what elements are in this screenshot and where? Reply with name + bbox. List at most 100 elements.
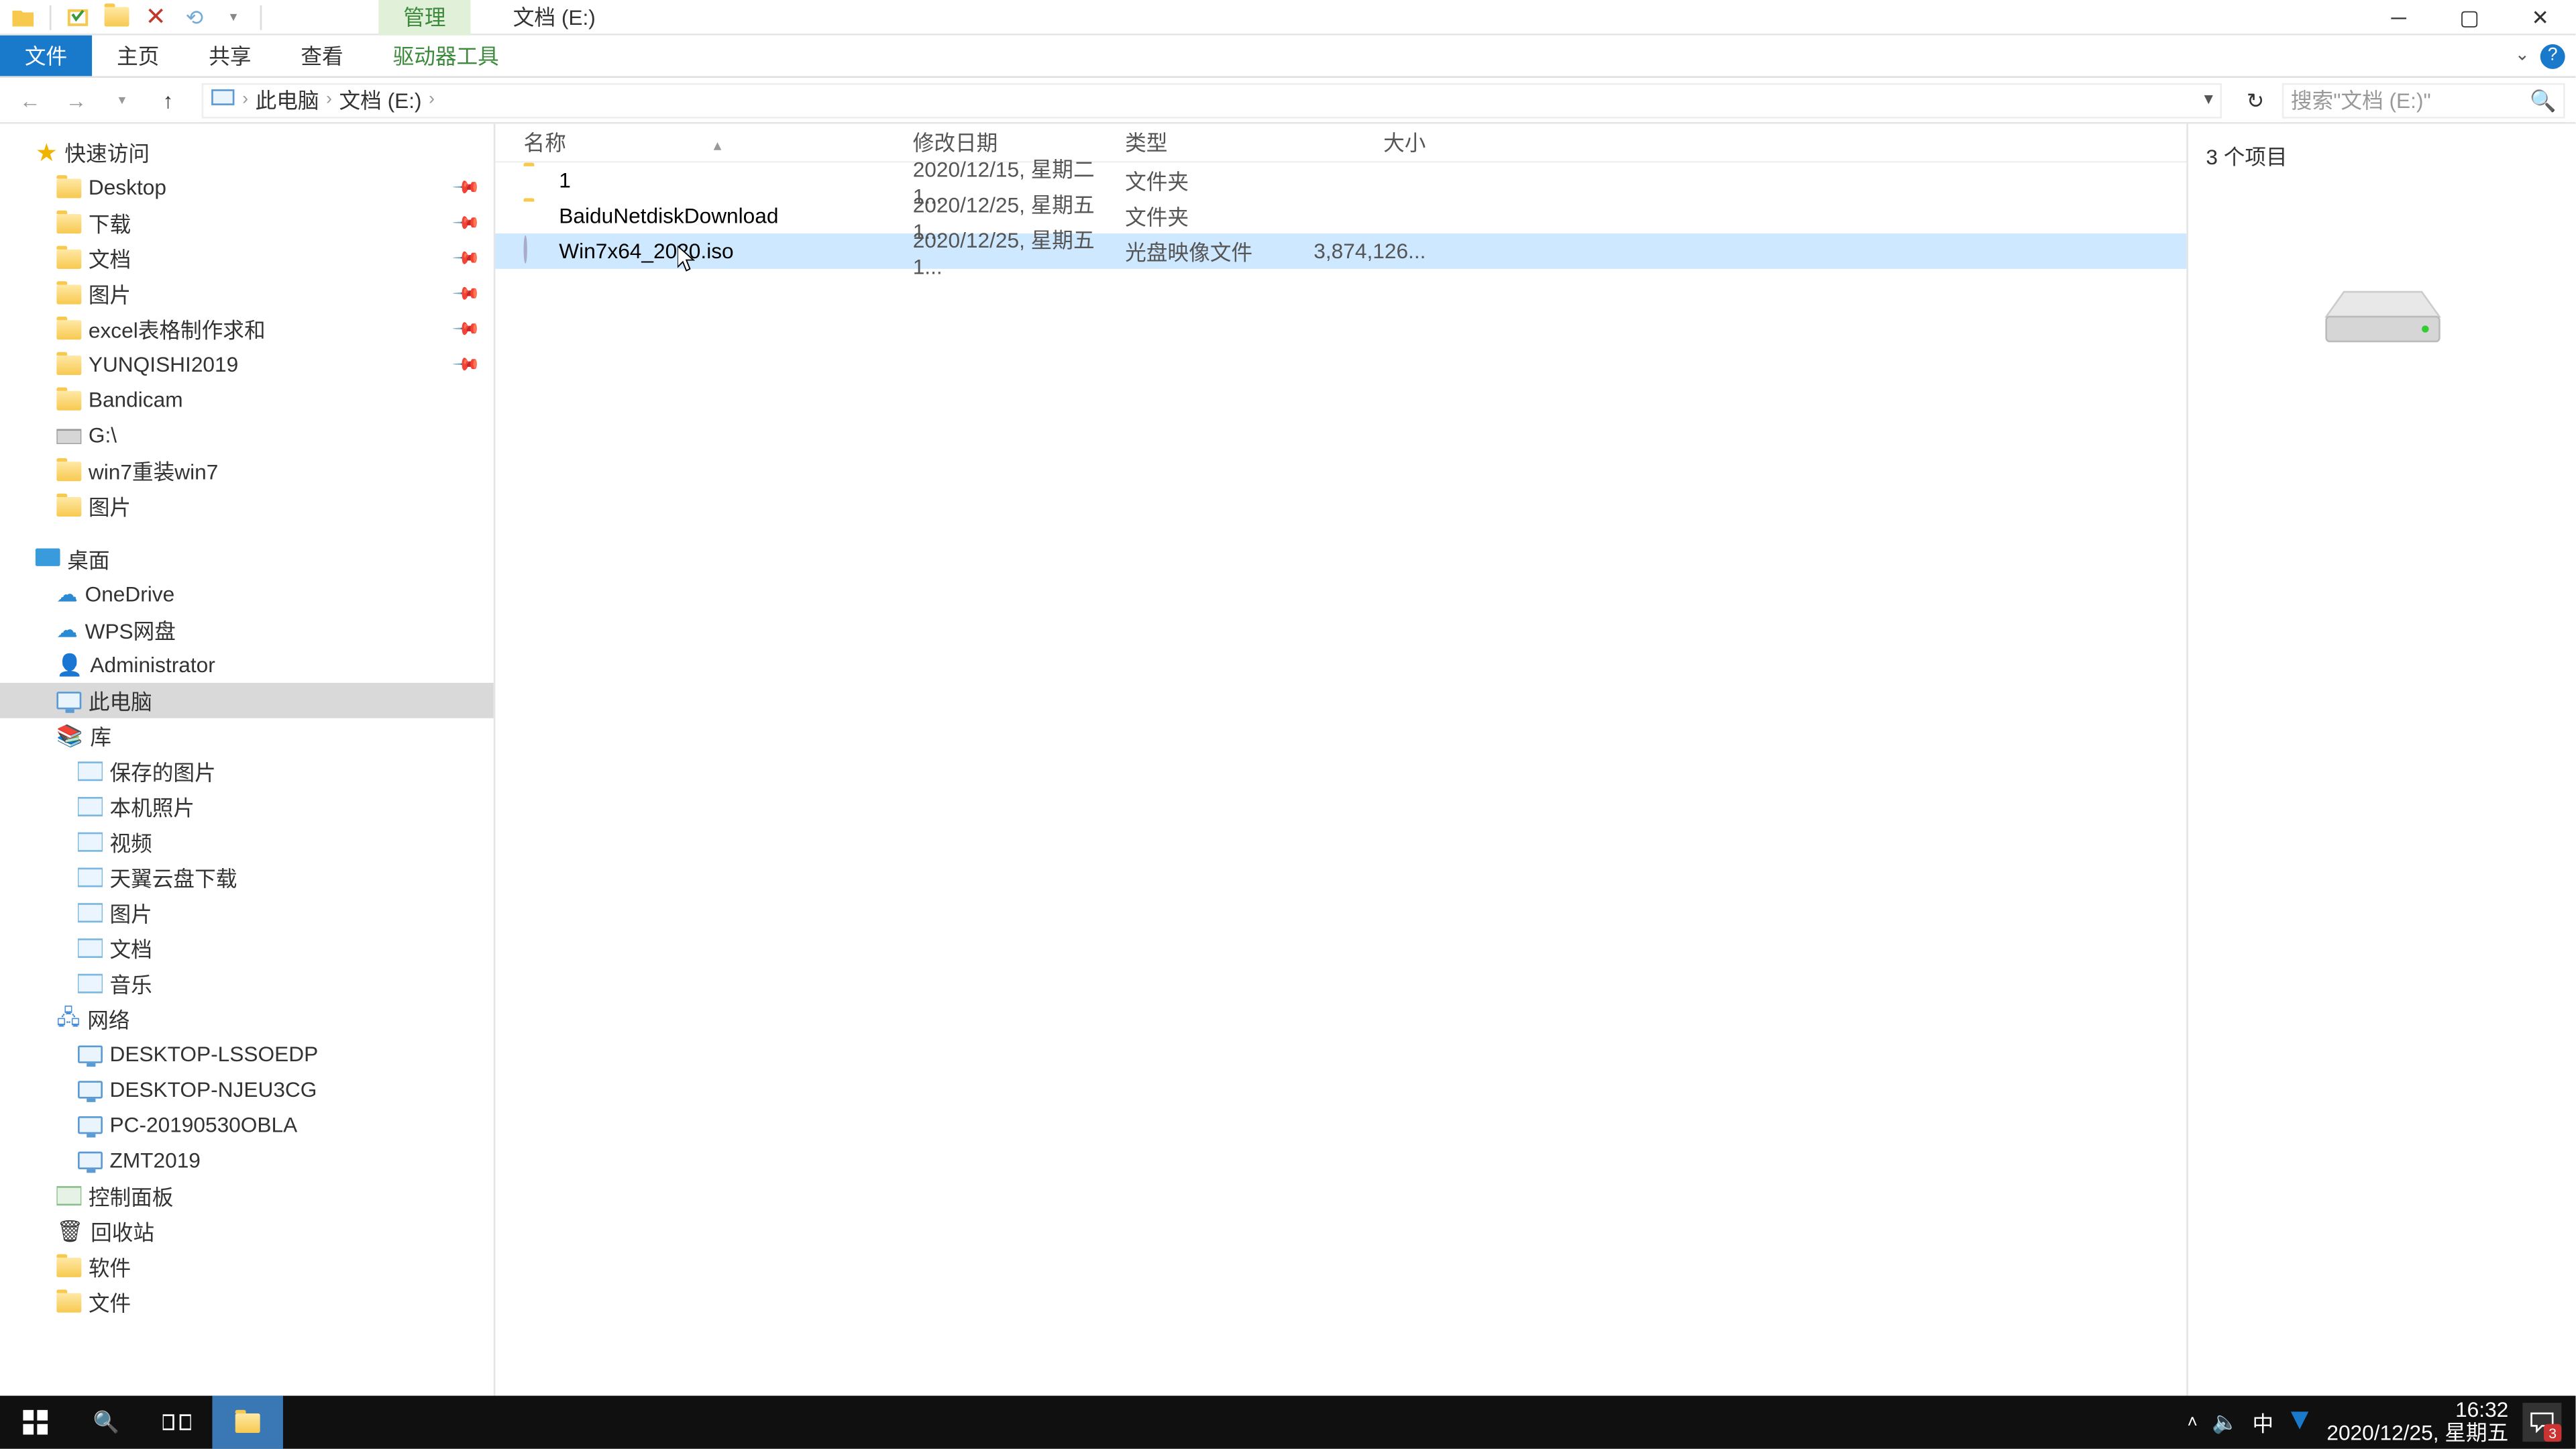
item-icon xyxy=(56,427,81,444)
close-button[interactable]: ✕ xyxy=(2505,0,2575,34)
file-name: Win7x64_2020.iso xyxy=(559,239,912,264)
help-icon[interactable]: ? xyxy=(2540,44,2565,68)
tree-pinned-item[interactable]: YUNQISHI2019📌 xyxy=(0,347,494,382)
file-type-icon xyxy=(524,166,552,195)
search-input[interactable]: 搜索"文档 (E:)" 🔍 xyxy=(2282,83,2565,118)
breadcrumb-this-pc[interactable]: 此电脑 xyxy=(256,85,319,115)
maximize-button[interactable]: ▢ xyxy=(2434,0,2505,34)
address-dropdown-icon[interactable]: ▾ xyxy=(2204,90,2213,109)
tab-drive-tools[interactable]: 驱动器工具 xyxy=(368,36,524,76)
tree-library-item[interactable]: 本机照片 xyxy=(0,789,494,824)
tree-recent-item[interactable]: 图片 xyxy=(0,488,494,524)
ribbon-expand-icon[interactable]: ⌄ xyxy=(2515,46,2530,66)
tree-network-pc[interactable]: ZMT2019 xyxy=(0,1143,494,1179)
preview-item-count: 3 个项目 xyxy=(2206,142,2287,172)
item-icon xyxy=(56,461,81,480)
tree-network-pc[interactable]: DESKTOP-LSSOEDP xyxy=(0,1036,494,1072)
tree-pinned-item[interactable]: 下载📌 xyxy=(0,205,494,241)
tab-view[interactable]: 查看 xyxy=(276,36,368,76)
tree-item-label: 本机照片 xyxy=(109,792,195,822)
tree-network-pc[interactable]: PC-20190530OBLA xyxy=(0,1108,494,1143)
security-icon[interactable] xyxy=(2288,1407,2312,1438)
contextual-tab-group: 管理 xyxy=(378,0,470,34)
tree-recent-item[interactable]: win7重装win7 xyxy=(0,453,494,488)
system-tray[interactable]: ˄ 🔈 中 16:32 2020/12/25, 星期五 3 xyxy=(2188,1399,2576,1446)
column-headers[interactable]: 名称 ▴ 修改日期 类型 大小 xyxy=(495,124,2186,163)
tree-desktop-item[interactable]: 📚库 xyxy=(0,718,494,754)
taskbar-file-explorer[interactable] xyxy=(212,1396,282,1449)
tree-recent-item[interactable]: G:\ xyxy=(0,417,494,453)
minimize-button[interactable]: ─ xyxy=(2363,0,2434,34)
tree-item-label: 下载 xyxy=(89,208,131,238)
tree-desktop[interactable]: 桌面 xyxy=(0,541,494,577)
tree-quick-access[interactable]: ★快速访问 xyxy=(0,134,494,170)
tree-library-item[interactable]: 文档 xyxy=(0,930,494,966)
chevron-right-icon[interactable]: › xyxy=(429,90,435,109)
tree-library-item[interactable]: 视频 xyxy=(0,824,494,860)
tree-item-label: 文档 xyxy=(109,933,152,963)
breadcrumb-drive[interactable]: 文档 (E:) xyxy=(339,85,422,115)
breadcrumb-root-icon[interactable] xyxy=(211,87,235,113)
tray-chevron-up-icon[interactable]: ˄ xyxy=(2188,1413,2198,1432)
tree-library-item[interactable]: 保存的图片 xyxy=(0,753,494,789)
qat-new-folder-icon[interactable] xyxy=(101,1,132,32)
taskbar-clock[interactable]: 16:32 2020/12/25, 星期五 xyxy=(2326,1399,2508,1446)
refresh-button[interactable]: ↻ xyxy=(2236,80,2275,119)
back-button[interactable]: ← xyxy=(11,80,50,119)
forward-button[interactable]: → xyxy=(56,80,95,119)
tree-item-label: 图片 xyxy=(109,898,152,928)
recent-locations-dropdown[interactable]: ▾ xyxy=(103,80,142,119)
tree-misc-item[interactable]: 🗑回收站 xyxy=(0,1214,494,1249)
tree-item-label: PC-20190530OBLA xyxy=(109,1113,297,1138)
tree-pinned-item[interactable]: 文档📌 xyxy=(0,241,494,276)
tree-desktop-item[interactable]: ☁OneDrive xyxy=(0,577,494,612)
column-size[interactable]: 大小 xyxy=(1302,127,1426,158)
navigation-tree[interactable]: ★快速访问 Desktop📌下载📌文档📌图片📌excel表格制作求和📌YUNQI… xyxy=(0,124,495,1396)
qat-properties-icon[interactable] xyxy=(62,1,93,32)
tree-pinned-item[interactable]: excel表格制作求和📌 xyxy=(0,311,494,347)
search-icon[interactable]: 🔍 xyxy=(2530,88,2556,113)
file-row[interactable]: 12020/12/15, 星期二 1...文件夹 xyxy=(495,163,2186,199)
search-button[interactable]: 🔍 xyxy=(70,1396,141,1449)
folder-icon xyxy=(56,284,81,303)
tree-misc-item[interactable]: 文件 xyxy=(0,1284,494,1320)
chevron-right-icon[interactable]: › xyxy=(242,90,248,109)
action-center-button[interactable]: 3 xyxy=(2522,1403,2561,1442)
volume-icon[interactable]: 🔈 xyxy=(2212,1410,2238,1435)
tree-recent-item[interactable]: Bandicam xyxy=(0,382,494,418)
tab-home[interactable]: 主页 xyxy=(92,36,184,76)
tree-misc-item[interactable]: 控制面板 xyxy=(0,1178,494,1214)
app-icon[interactable] xyxy=(7,1,39,32)
qat-dropdown-icon[interactable]: ▾ xyxy=(217,1,249,32)
chevron-right-icon[interactable]: › xyxy=(326,90,332,109)
library-icon xyxy=(78,973,103,994)
column-name[interactable]: 名称 ▴ xyxy=(524,127,913,158)
tab-share[interactable]: 共享 xyxy=(184,36,276,76)
tree-pinned-item[interactable]: 图片📌 xyxy=(0,276,494,311)
taskbar[interactable]: 🔍 ˄ 🔈 中 16:32 2020/12/25, 星期五 3 xyxy=(0,1396,2575,1449)
up-button[interactable]: ↑ xyxy=(149,80,188,119)
tree-desktop-item[interactable]: 👤Administrator xyxy=(0,647,494,683)
tree-pinned-item[interactable]: Desktop📌 xyxy=(0,170,494,205)
tree-library-item[interactable]: 音乐 xyxy=(0,966,494,1002)
qat-delete-icon[interactable]: ✕ xyxy=(140,1,171,32)
tree-desktop-item[interactable]: 此电脑 xyxy=(0,683,494,718)
file-row[interactable]: BaiduNetdiskDownload2020/12/25, 星期五 1...… xyxy=(495,198,2186,233)
tree-library-item[interactable]: 天翼云盘下载 xyxy=(0,860,494,896)
tree-library-item[interactable]: 图片 xyxy=(0,895,494,930)
file-tab[interactable]: 文件 xyxy=(0,36,92,76)
file-row[interactable]: Win7x64_2020.iso2020/12/25, 星期五 1...光盘映像… xyxy=(495,233,2186,269)
column-type[interactable]: 类型 xyxy=(1125,127,1302,158)
desktop-label: 桌面 xyxy=(67,544,109,574)
ime-indicator[interactable]: 中 xyxy=(2253,1407,2274,1438)
tree-network-pc[interactable]: DESKTOP-NJEU3CG xyxy=(0,1072,494,1108)
task-view-button[interactable] xyxy=(142,1396,212,1449)
tree-network[interactable]: 🖧网络 xyxy=(0,1002,494,1037)
manage-tab-label: 管理 xyxy=(378,0,470,34)
tree-misc-item[interactable]: 软件 xyxy=(0,1249,494,1285)
file-type: 文件夹 xyxy=(1125,201,1302,231)
start-button[interactable] xyxy=(0,1396,70,1449)
breadcrumb-bar[interactable]: › 此电脑 › 文档 (E:) › ▾ xyxy=(202,83,2222,118)
qat-undo-icon[interactable]: ⟲ xyxy=(178,1,210,32)
tree-desktop-item[interactable]: ☁WPS网盘 xyxy=(0,612,494,647)
